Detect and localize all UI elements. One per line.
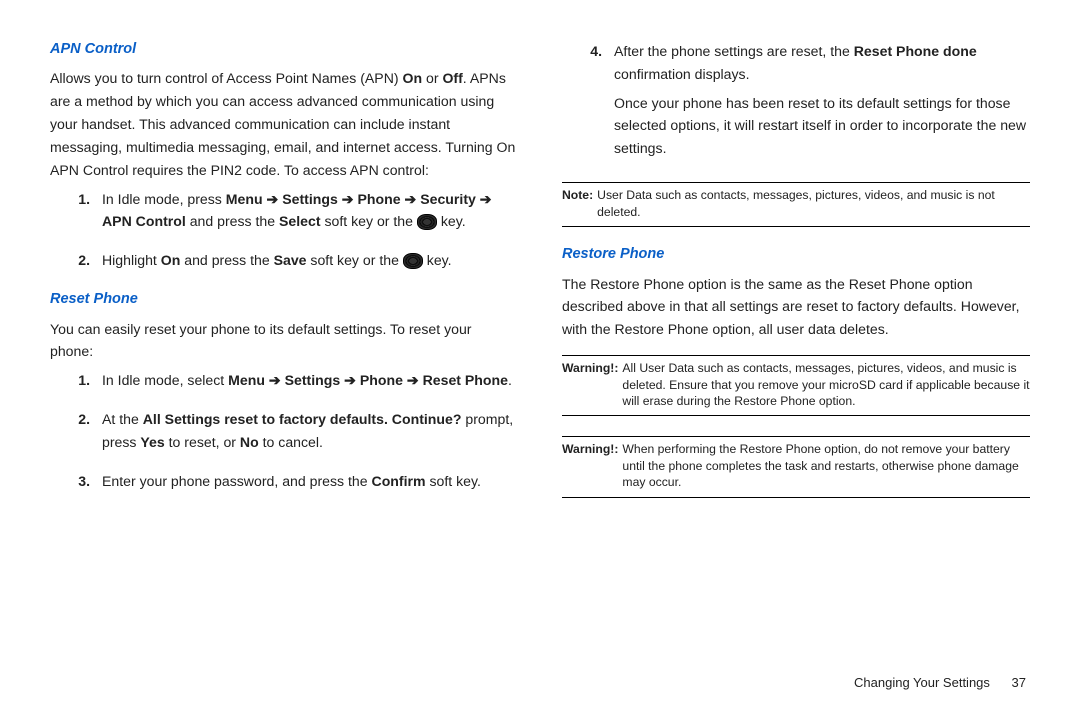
page-content: APN Control Allows you to turn control o… [0, 0, 1080, 674]
text: key. [423, 252, 452, 268]
step-body: In Idle mode, press Menu ➔ Settings ➔ Ph… [102, 188, 518, 234]
step-number: 1. [50, 188, 102, 234]
ok-key-icon [403, 253, 423, 269]
reset-step-1: 1. In Idle mode, select Menu ➔ Settings … [50, 369, 518, 392]
bold: Settings [282, 191, 338, 207]
page-number: 37 [1012, 675, 1026, 690]
bold: Reset Phone done [854, 43, 977, 59]
bold: Select [279, 213, 321, 229]
footer-section: Changing Your Settings [854, 675, 990, 690]
arrow-icon: ➔ [267, 191, 279, 207]
text: soft key. [426, 473, 481, 489]
arrow-icon: ➔ [407, 372, 419, 388]
text: to reset, or [165, 434, 240, 450]
step-number: 3. [50, 470, 102, 493]
right-column: 4. After the phone settings are reset, t… [562, 34, 1030, 654]
text: . APNs are a method by which you can acc… [50, 70, 515, 177]
bold-on: On [402, 70, 422, 86]
warning-block-1: Warning!: All User Data such as contacts… [562, 355, 1030, 416]
bold: Yes [140, 434, 164, 450]
step-body: At the All Settings reset to factory def… [102, 408, 518, 454]
step-body: Enter your phone password, and press the… [102, 470, 518, 493]
text: Highlight [102, 252, 161, 268]
bold: All Settings reset to factory defaults. … [143, 411, 462, 427]
reset-step-4: 4. After the phone settings are reset, t… [562, 40, 1030, 166]
text: soft key or the [307, 252, 403, 268]
apn-paragraph: Allows you to turn control of Access Poi… [50, 67, 518, 181]
warning-block-2: Warning!: When performing the Restore Ph… [562, 436, 1030, 497]
bold: Menu [228, 372, 265, 388]
bold: Phone [358, 191, 401, 207]
text: At the [102, 411, 143, 427]
arrow-icon: ➔ [405, 191, 417, 207]
heading-reset-phone: Reset Phone [50, 288, 518, 311]
warning-text: All User Data such as contacts, messages… [622, 360, 1030, 409]
reset-paragraph: You can easily reset your phone to its d… [50, 318, 518, 364]
bold: Phone [360, 372, 403, 388]
step-number: 2. [50, 408, 102, 454]
arrow-icon: ➔ [342, 191, 354, 207]
text: soft key or the [321, 213, 417, 229]
arrow-icon: ➔ [344, 372, 356, 388]
arrow-icon: ➔ [269, 372, 281, 388]
bold: Security [420, 191, 476, 207]
heading-apn-control: APN Control [50, 38, 518, 61]
text: confirmation displays. [614, 66, 750, 82]
apn-step-1: 1. In Idle mode, press Menu ➔ Settings ➔… [50, 188, 518, 234]
note-label: Note: [562, 187, 597, 220]
text: After the phone settings are reset, the [614, 43, 854, 59]
step-number: 2. [50, 249, 102, 272]
step-number: 4. [562, 40, 614, 166]
step-body: In Idle mode, select Menu ➔ Settings ➔ P… [102, 369, 518, 392]
bold: No [240, 434, 259, 450]
arrow-icon: ➔ [480, 191, 492, 207]
apn-step-2: 2. Highlight On and press the Save soft … [50, 249, 518, 272]
heading-restore-phone: Restore Phone [562, 243, 1030, 266]
text: and press the [186, 213, 279, 229]
bold: Save [274, 252, 307, 268]
note-block: Note: User Data such as contacts, messag… [562, 182, 1030, 227]
ok-key-icon [417, 214, 437, 230]
bold: Reset Phone [423, 372, 508, 388]
bold: Menu [226, 191, 263, 207]
page-footer: Changing Your Settings 37 [854, 675, 1026, 690]
warning-text: When performing the Restore Phone option… [622, 441, 1030, 490]
apn-steps: 1. In Idle mode, press Menu ➔ Settings ➔… [50, 188, 518, 272]
note-text: User Data such as contacts, messages, pi… [597, 187, 1030, 220]
bold-off: Off [442, 70, 462, 86]
step-body: After the phone settings are reset, the … [614, 40, 1030, 166]
text: key. [437, 213, 466, 229]
bold: APN Control [102, 213, 186, 229]
warning-label: Warning!: [562, 360, 622, 409]
step-number: 1. [50, 369, 102, 392]
bold: Settings [285, 372, 341, 388]
reset-steps: 1. In Idle mode, select Menu ➔ Settings … [50, 369, 518, 492]
restore-paragraph: The Restore Phone option is the same as … [562, 273, 1030, 341]
text: Allows you to turn control of Access Poi… [50, 70, 402, 86]
reset-step-3: 3. Enter your phone password, and press … [50, 470, 518, 493]
reset-steps-continued: 4. After the phone settings are reset, t… [562, 40, 1030, 166]
text: to cancel. [259, 434, 323, 450]
bold: Confirm [372, 473, 426, 489]
text: In Idle mode, select [102, 372, 228, 388]
text: or [422, 70, 442, 86]
text: and press the [180, 252, 273, 268]
text: . [508, 372, 512, 388]
step-body: Highlight On and press the Save soft key… [102, 249, 518, 272]
reset-step-2: 2. At the All Settings reset to factory … [50, 408, 518, 454]
step-paragraph: Once your phone has been reset to its de… [614, 92, 1030, 160]
text: In Idle mode, press [102, 191, 226, 207]
left-column: APN Control Allows you to turn control o… [50, 34, 518, 654]
warning-label: Warning!: [562, 441, 622, 490]
text: Enter your phone password, and press the [102, 473, 372, 489]
bold: On [161, 252, 181, 268]
